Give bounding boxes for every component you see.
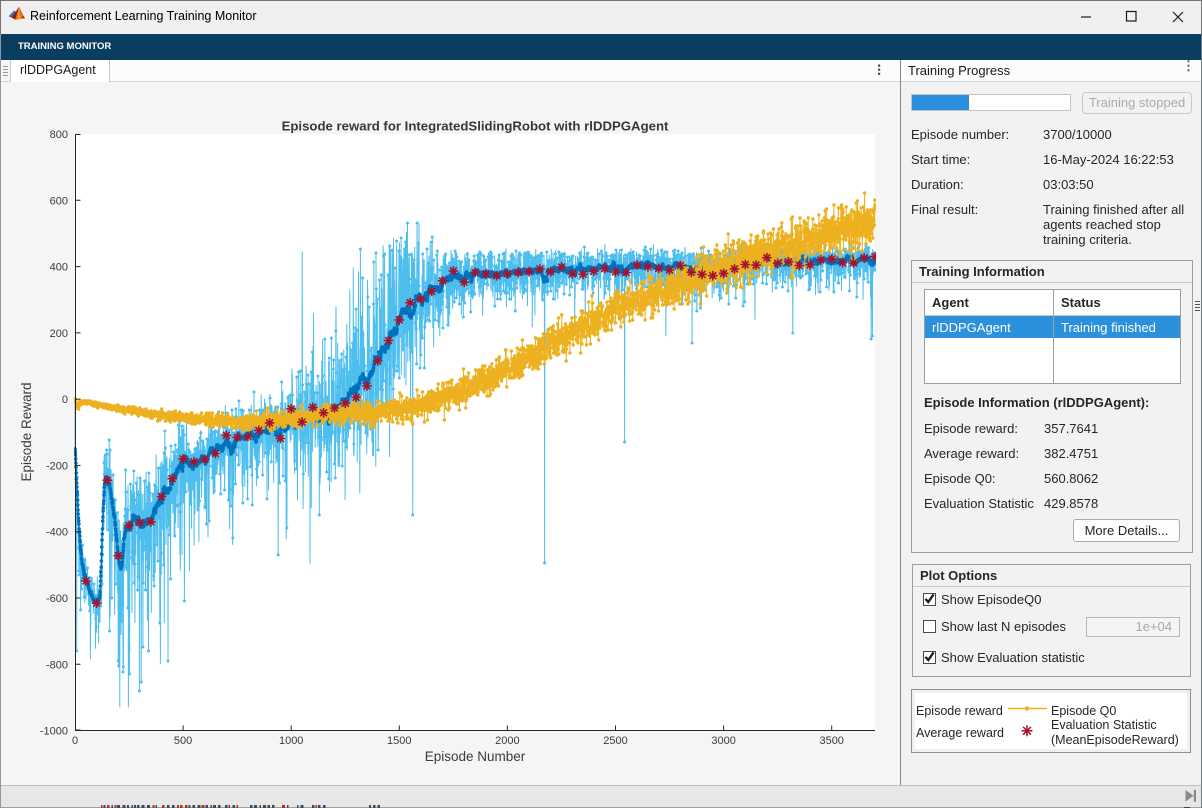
svg-text:Episode reward for IntegratedS: Episode reward for IntegratedSlidingRobo… <box>282 119 669 134</box>
svg-text:400: 400 <box>50 262 68 274</box>
svg-text:Episode Reward: Episode Reward <box>19 382 34 481</box>
svg-text:2000: 2000 <box>495 735 519 747</box>
svg-text:-600: -600 <box>46 593 68 605</box>
svg-text:1000: 1000 <box>279 735 303 747</box>
svg-text:800: 800 <box>50 129 68 141</box>
svg-text:200: 200 <box>50 328 68 340</box>
svg-text:3000: 3000 <box>711 735 735 747</box>
svg-text:-800: -800 <box>46 659 68 671</box>
svg-text:0: 0 <box>62 394 68 406</box>
svg-text:1500: 1500 <box>387 735 411 747</box>
svg-text:-400: -400 <box>46 527 68 539</box>
svg-text:2500: 2500 <box>603 735 627 747</box>
svg-text:-1000: -1000 <box>40 726 68 738</box>
svg-text:-200: -200 <box>46 460 68 472</box>
svg-text:Episode Number: Episode Number <box>425 749 526 764</box>
svg-text:500: 500 <box>174 735 192 747</box>
svg-text:3500: 3500 <box>819 735 843 747</box>
svg-text:600: 600 <box>50 195 68 207</box>
svg-text:0: 0 <box>72 735 78 747</box>
